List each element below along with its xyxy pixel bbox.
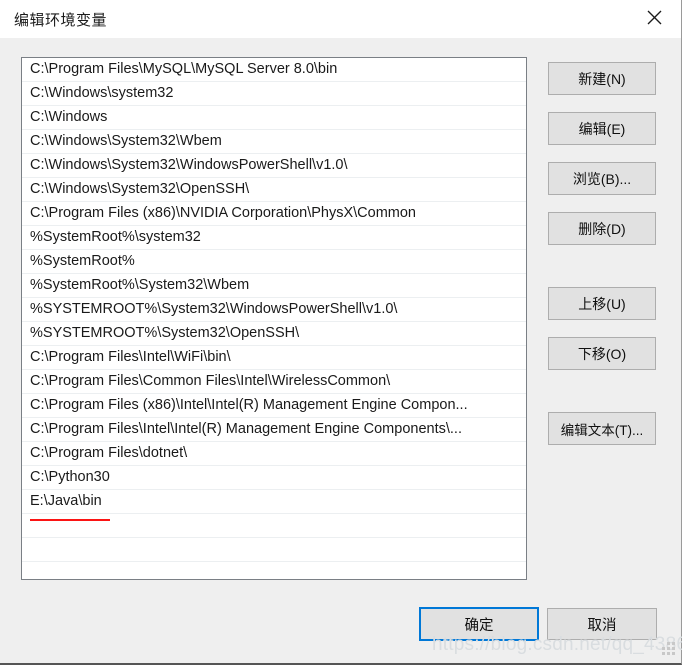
ok-button-label: 确定: [464, 617, 494, 634]
edit-text-button-label: 编辑文本(T)...: [560, 422, 644, 438]
browse-button[interactable]: 浏览(B)...: [548, 162, 656, 195]
move-down-button[interactable]: 下移(O): [548, 337, 656, 370]
path-list-empty-row[interactable]: [22, 514, 526, 538]
path-list-empty-row[interactable]: [22, 562, 526, 579]
path-list-item[interactable]: C:\Windows\System32\WindowsPowerShell\v1…: [22, 154, 526, 178]
title-bar: 编辑环境变量: [0, 0, 681, 38]
path-list-item[interactable]: E:\Java\bin: [22, 490, 526, 514]
browse-button-label: 浏览(B)...: [572, 170, 632, 187]
path-list-item[interactable]: C:\Windows: [22, 106, 526, 130]
path-list-item[interactable]: C:\Program Files\MySQL\MySQL Server 8.0\…: [22, 58, 526, 82]
path-list-item[interactable]: C:\Windows\System32\OpenSSH\: [22, 178, 526, 202]
path-list-item[interactable]: C:\Windows\System32\Wbem: [22, 130, 526, 154]
watermark: https://blog.csdn.net/qq_43869033: [432, 634, 682, 655]
edit-button-label: 编辑(E): [578, 120, 626, 137]
path-list-item[interactable]: C:\Windows\system32: [22, 82, 526, 106]
delete-button[interactable]: 删除(D): [548, 212, 656, 245]
close-button[interactable]: [631, 0, 677, 34]
new-button[interactable]: 新建(N): [548, 62, 656, 95]
path-list-item[interactable]: C:\Program Files\Common Files\Intel\Wire…: [22, 370, 526, 394]
delete-button-label: 删除(D): [578, 220, 626, 237]
path-list-item[interactable]: %SystemRoot%: [22, 250, 526, 274]
edit-text-button[interactable]: 编辑文本(T)...: [548, 412, 656, 445]
resize-grip-icon[interactable]: [662, 642, 675, 655]
path-list-item[interactable]: C:\Python30: [22, 466, 526, 490]
path-list-item[interactable]: C:\Program Files\Intel\Intel(R) Manageme…: [22, 418, 526, 442]
path-list-item[interactable]: %SYSTEMROOT%\System32\OpenSSH\: [22, 322, 526, 346]
path-list-item[interactable]: %SystemRoot%\system32: [22, 226, 526, 250]
path-list-item[interactable]: C:\Program Files (x86)\Intel\Intel(R) Ma…: [22, 394, 526, 418]
path-list-item[interactable]: C:\Program Files (x86)\NVIDIA Corporatio…: [22, 202, 526, 226]
red-underline-annotation: [30, 519, 110, 521]
path-list-empty-row[interactable]: [22, 538, 526, 562]
path-list-item[interactable]: C:\Program Files\Intel\WiFi\bin\: [22, 346, 526, 370]
path-list[interactable]: C:\Program Files\MySQL\MySQL Server 8.0\…: [21, 57, 527, 580]
edit-button[interactable]: 编辑(E): [548, 112, 656, 145]
path-list-item[interactable]: C:\Program Files\dotnet\: [22, 442, 526, 466]
edit-environment-variable-dialog: 编辑环境变量 C:\Program Files\MySQL\MySQL Serv…: [0, 0, 682, 665]
path-list-item[interactable]: %SystemRoot%\System32\Wbem: [22, 274, 526, 298]
page-title: 编辑环境变量: [14, 12, 108, 29]
move-down-button-label: 下移(O): [577, 345, 627, 362]
move-up-button-label: 上移(U): [578, 295, 626, 312]
new-button-label: 新建(N): [578, 70, 626, 87]
move-up-button[interactable]: 上移(U): [548, 287, 656, 320]
path-list-item[interactable]: %SYSTEMROOT%\System32\WindowsPowerShell\…: [22, 298, 526, 322]
close-icon: [647, 10, 662, 25]
cancel-button-label: 取消: [587, 617, 617, 634]
